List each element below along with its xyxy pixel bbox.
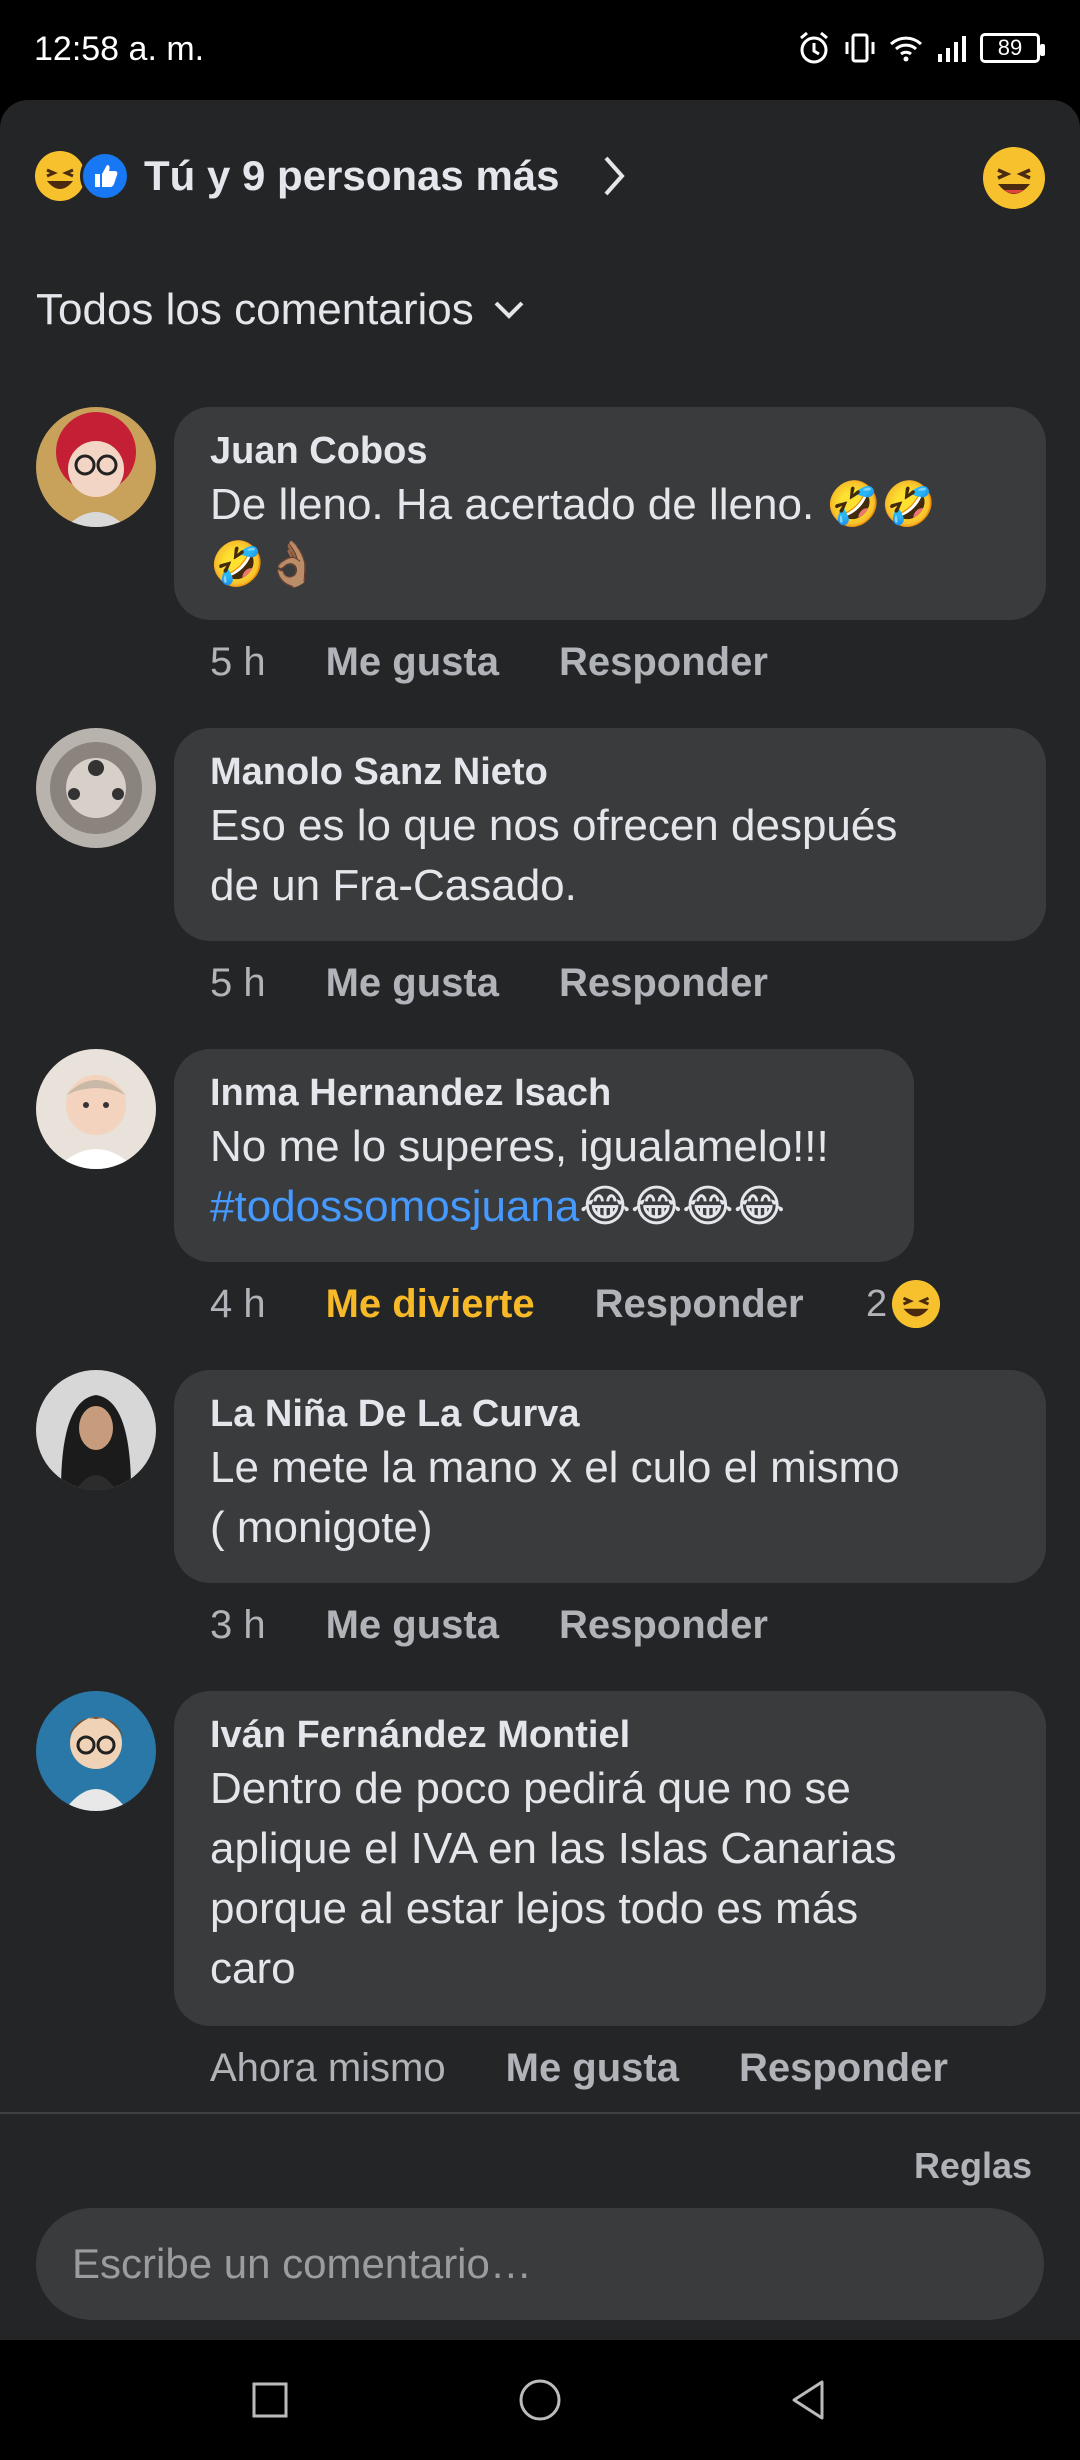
comment-input[interactable] bbox=[36, 2208, 1044, 2320]
like-button[interactable]: Me gusta bbox=[506, 2046, 679, 2091]
comment-author[interactable]: Iván Fernández Montiel bbox=[210, 1711, 1010, 1759]
comment-text-line: De lleno. Ha acertado de lleno. 🤣🤣 bbox=[210, 480, 936, 529]
avatar[interactable] bbox=[36, 1370, 156, 1490]
comment-text-line: #todossomosjuana😂😂😂😂 bbox=[210, 1177, 878, 1237]
wifi-icon bbox=[889, 36, 923, 62]
comment-text-line: ( monigote) bbox=[210, 1503, 433, 1552]
comment-text-line: 🤣👌🏽 bbox=[210, 540, 320, 589]
laughing-emoji-icon[interactable] bbox=[982, 146, 1046, 210]
comment-time[interactable]: 5 h bbox=[210, 961, 266, 1006]
comment-bubble[interactable]: Juan Cobos De lleno. Ha acertado de llen… bbox=[174, 407, 1046, 620]
avatar[interactable] bbox=[36, 407, 156, 527]
comment-author[interactable]: Juan Cobos bbox=[210, 427, 1010, 475]
comment-emoji: 😂😂😂😂 bbox=[579, 1182, 786, 1231]
reaction-count-number: 2 bbox=[866, 1282, 888, 1325]
sort-dropdown[interactable]: Todos los comentarios bbox=[36, 285, 526, 335]
laughing-emoji-icon bbox=[35, 151, 85, 201]
comment-composer[interactable] bbox=[36, 2208, 1044, 2320]
laughing-emoji-icon bbox=[892, 1279, 941, 1329]
comment-actions: 5 h Me gusta Responder bbox=[210, 640, 828, 685]
avatar[interactable] bbox=[36, 728, 156, 848]
comment-text-line: aplique el IVA en las Islas Canarias bbox=[210, 1824, 897, 1873]
comment-author[interactable]: Inma Hernandez Isach bbox=[210, 1069, 878, 1117]
comment-time[interactable]: 4 h bbox=[210, 1282, 266, 1327]
comment-author[interactable]: La Niña De La Curva bbox=[210, 1390, 1010, 1438]
reply-button[interactable]: Responder bbox=[595, 1282, 804, 1327]
square-nav-icon[interactable] bbox=[246, 2376, 294, 2424]
alarm-icon bbox=[800, 31, 828, 64]
reply-button[interactable]: Responder bbox=[739, 2046, 948, 2091]
comment-item: La Niña De La Curva Le mete la mano x el… bbox=[36, 1370, 1046, 1647]
comment-time[interactable]: Ahora mismo bbox=[210, 2046, 446, 2091]
comment-text-line: Eso es lo que nos ofrecen después bbox=[210, 801, 898, 850]
comment-actions: Ahora mismo Me gusta Responder bbox=[210, 2046, 1008, 2091]
back-nav-icon[interactable] bbox=[786, 2376, 834, 2424]
divider bbox=[0, 2112, 1080, 2114]
comment-actions: 5 h Me gusta Responder bbox=[210, 961, 828, 1006]
comment-actions: 4 h Me divierte Responder bbox=[210, 1282, 864, 1327]
reply-button[interactable]: Responder bbox=[559, 961, 768, 1006]
status-icons: 89 bbox=[796, 30, 1045, 66]
comment-text-line: Dentro de poco pedirá que no se bbox=[210, 1764, 851, 1813]
like-icon bbox=[80, 151, 130, 201]
comment-actions: 3 h Me gusta Responder bbox=[210, 1603, 828, 1648]
reply-button[interactable]: Responder bbox=[559, 1603, 768, 1648]
avatar[interactable] bbox=[36, 1691, 156, 1811]
comment-text-line: caro bbox=[210, 1944, 296, 1993]
like-button[interactable]: Me gusta bbox=[326, 640, 499, 685]
comment-text-line: No me lo superes, igualamelo!!! bbox=[210, 1122, 829, 1171]
chevron-down-icon bbox=[494, 301, 524, 319]
comment-text-line: porque al estar lejos todo es más bbox=[210, 1884, 859, 1933]
battery-level: 89 bbox=[997, 35, 1023, 60]
comment-item: Juan Cobos De lleno. Ha acertado de llen… bbox=[36, 407, 1046, 684]
comment-bubble[interactable]: Iván Fernández Montiel Dentro de poco pe… bbox=[174, 1691, 1046, 2026]
hashtag-link[interactable]: #todossomosjuana bbox=[210, 1182, 579, 1231]
reply-button[interactable]: Responder bbox=[559, 640, 768, 685]
like-button[interactable]: Me divierte bbox=[326, 1282, 535, 1327]
comment-text-line: Le mete la mano x el culo el mismo bbox=[210, 1443, 900, 1492]
comment-time[interactable]: 3 h bbox=[210, 1603, 266, 1648]
comments-sheet: Tú y 9 personas más Todos los comentario… bbox=[0, 100, 1080, 2340]
like-button[interactable]: Me gusta bbox=[326, 1603, 499, 1648]
status-time: 12:58 a. m. bbox=[34, 30, 205, 68]
chevron-right-icon[interactable] bbox=[594, 150, 634, 202]
signal-icon bbox=[938, 36, 966, 62]
comment-bubble[interactable]: Inma Hernandez Isach No me lo superes, i… bbox=[174, 1049, 914, 1262]
vibrate-icon bbox=[845, 33, 875, 63]
reactions-summary[interactable]: Tú y 9 personas más bbox=[34, 140, 1046, 212]
rules-link[interactable]: Reglas bbox=[914, 2145, 1032, 2187]
avatar[interactable] bbox=[36, 1049, 156, 1169]
comment-item: Inma Hernandez Isach No me lo superes, i… bbox=[36, 1049, 1046, 1329]
system-nav-bar bbox=[0, 2340, 1080, 2460]
comment-bubble[interactable]: Manolo Sanz Nieto Eso es lo que nos ofre… bbox=[174, 728, 1046, 941]
comment-item: Iván Fernández Montiel Dentro de poco pe… bbox=[36, 1691, 1046, 2091]
comment-text-line: de un Fra-Casado. bbox=[210, 861, 577, 910]
sort-label: Todos los comentarios bbox=[36, 285, 474, 334]
reactions-summary-text: Tú y 9 personas más bbox=[144, 152, 560, 199]
battery-icon: 89 bbox=[980, 33, 1045, 63]
comment-time[interactable]: 5 h bbox=[210, 640, 266, 685]
circle-nav-icon[interactable] bbox=[516, 2376, 564, 2424]
reaction-stack bbox=[34, 150, 130, 202]
comment-item: Manolo Sanz Nieto Eso es lo que nos ofre… bbox=[36, 728, 1046, 1005]
comment-reaction-count[interactable]: 2 bbox=[866, 1279, 941, 1329]
like-button[interactable]: Me gusta bbox=[326, 961, 499, 1006]
status-bar: 12:58 a. m. 89 bbox=[0, 0, 1080, 100]
comment-bubble[interactable]: La Niña De La Curva Le mete la mano x el… bbox=[174, 1370, 1046, 1583]
comment-author[interactable]: Manolo Sanz Nieto bbox=[210, 748, 1010, 796]
